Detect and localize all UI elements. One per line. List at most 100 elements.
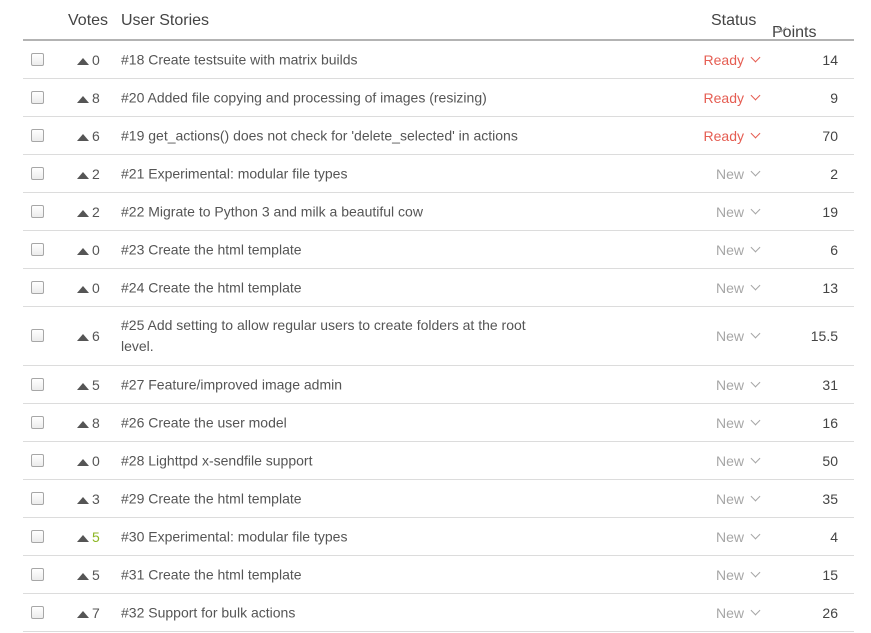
- story-title-link[interactable]: #18 Create testsuite with matrix builds: [121, 49, 561, 70]
- status-dropdown[interactable]: New: [716, 490, 761, 508]
- points-value[interactable]: 26: [822, 604, 838, 622]
- story-title-link[interactable]: #19 get_actions() does not check for 'de…: [121, 125, 561, 146]
- row-select-checkbox[interactable]: [31, 280, 44, 294]
- table-row: 0 #28 Lighttpd x-sendfile support New 50: [23, 442, 854, 480]
- row-select-checkbox[interactable]: [31, 52, 44, 66]
- status-dropdown[interactable]: New: [716, 241, 761, 259]
- points-value[interactable]: 19: [822, 203, 838, 221]
- row-select-checkbox[interactable]: [31, 242, 44, 256]
- row-select-checkbox[interactable]: [31, 204, 44, 218]
- row-select-checkbox[interactable]: [31, 166, 44, 180]
- status-dropdown[interactable]: New: [715, 528, 761, 546]
- votes-column-header[interactable]: Votes: [68, 12, 108, 30]
- row-select-checkbox[interactable]: [31, 377, 44, 391]
- points-value[interactable]: 14: [822, 51, 838, 69]
- status-dropdown[interactable]: New: [715, 414, 761, 432]
- upvote-button[interactable]: 8: [77, 414, 100, 432]
- points-value[interactable]: 4: [830, 528, 838, 546]
- points-value[interactable]: 2: [830, 165, 838, 183]
- upvote-button[interactable]: 7: [77, 604, 100, 622]
- vote-count: 2: [92, 165, 100, 182]
- story-title-link[interactable]: #23 Create the html template: [121, 239, 561, 260]
- status-dropdown[interactable]: New: [716, 566, 761, 584]
- table-row: 5 #27 Feature/improved image admin New 31: [23, 366, 854, 404]
- status-label: New: [715, 528, 744, 545]
- points-value[interactable]: 13: [822, 279, 838, 297]
- status-column-header[interactable]: Status: [711, 12, 756, 30]
- chevron-down-icon: [750, 328, 761, 339]
- user-stories-column-header[interactable]: User Stories: [121, 12, 209, 30]
- upvote-arrow-icon: [77, 458, 89, 466]
- row-select-checkbox[interactable]: [31, 128, 44, 142]
- points-value[interactable]: 6: [830, 241, 838, 259]
- vote-count: 5: [92, 528, 100, 545]
- vote-count: 0: [92, 241, 100, 258]
- story-title-link[interactable]: #30 Experimental: modular file types: [121, 526, 561, 547]
- upvote-arrow-icon: [77, 171, 89, 179]
- points-value[interactable]: 50: [822, 452, 838, 470]
- story-title-link[interactable]: #25 Add setting to allow regular users t…: [121, 315, 561, 357]
- points-value[interactable]: 35: [822, 490, 838, 508]
- row-select-checkbox[interactable]: [31, 453, 44, 467]
- row-select-checkbox[interactable]: [31, 529, 44, 543]
- status-dropdown[interactable]: New: [716, 279, 761, 297]
- chevron-down-icon: [750, 242, 761, 252]
- upvote-arrow-icon: [77, 534, 89, 542]
- status-dropdown[interactable]: Ready: [704, 51, 761, 69]
- points-value[interactable]: 16: [822, 414, 838, 432]
- story-title-link[interactable]: #27 Feature/improved image admin: [121, 374, 561, 395]
- story-title-link[interactable]: #32 Support for bulk actions: [121, 602, 561, 623]
- row-select-checkbox[interactable]: [31, 90, 44, 104]
- status-dropdown[interactable]: Ready: [704, 89, 761, 107]
- upvote-button[interactable]: 5: [77, 566, 100, 584]
- upvote-button[interactable]: 6: [77, 327, 100, 345]
- upvote-button[interactable]: 2: [77, 203, 100, 221]
- row-select-checkbox[interactable]: [31, 329, 44, 342]
- row-select-checkbox[interactable]: [31, 605, 44, 619]
- points-value[interactable]: 15.5: [811, 327, 838, 345]
- upvote-button[interactable]: 0: [77, 279, 100, 297]
- row-select-checkbox[interactable]: [31, 491, 44, 505]
- upvote-arrow-icon: [77, 382, 89, 390]
- upvote-button[interactable]: 0: [77, 51, 100, 69]
- upvote-button[interactable]: 0: [77, 452, 100, 470]
- row-select-checkbox[interactable]: [31, 567, 44, 581]
- points-value[interactable]: 15: [822, 566, 838, 584]
- upvote-button[interactable]: 8: [77, 89, 100, 107]
- upvote-button[interactable]: 5: [77, 528, 100, 546]
- status-dropdown[interactable]: Ready: [704, 127, 761, 145]
- status-dropdown[interactable]: New: [716, 165, 761, 183]
- story-title-link[interactable]: #24 Create the html template: [121, 277, 561, 298]
- status-label: New: [715, 414, 744, 431]
- upvote-button[interactable]: 6: [77, 127, 100, 145]
- upvote-button[interactable]: 5: [77, 376, 100, 394]
- upvote-arrow-icon: [77, 285, 89, 293]
- story-title-link[interactable]: #22 Migrate to Python 3 and milk a beaut…: [121, 201, 561, 222]
- row-select-checkbox[interactable]: [31, 415, 44, 429]
- story-title-link[interactable]: #26 Create the user model: [121, 412, 561, 433]
- upvote-arrow-icon: [77, 95, 89, 103]
- points-value[interactable]: 9: [830, 89, 838, 107]
- status-dropdown[interactable]: New: [716, 376, 761, 394]
- story-title-link[interactable]: #29 Create the html template: [121, 488, 561, 509]
- status-dropdown[interactable]: New: [716, 604, 761, 622]
- upvote-button[interactable]: 2: [77, 165, 100, 183]
- story-title-link[interactable]: #20 Added file copying and processing of…: [121, 87, 561, 108]
- table-row: 5 #30 Experimental: modular file types New…: [23, 518, 854, 556]
- story-title-link[interactable]: #21 Experimental: modular file types: [121, 163, 561, 184]
- upvote-button[interactable]: 0: [77, 241, 100, 259]
- status-dropdown[interactable]: New: [716, 327, 761, 345]
- upvote-button[interactable]: 3: [77, 490, 100, 508]
- status-label: New: [715, 452, 744, 469]
- story-title-link[interactable]: #28 Lighttpd x-sendfile support: [121, 450, 561, 471]
- table-row: 3 #29 Create the html template New 35: [23, 480, 854, 518]
- upvote-arrow-icon: [77, 133, 89, 141]
- points-value[interactable]: 31: [822, 376, 838, 394]
- chevron-down-icon: [750, 491, 761, 501]
- status-dropdown[interactable]: New: [715, 452, 761, 470]
- upvote-arrow-icon: [77, 420, 89, 428]
- story-title-link[interactable]: #31 Create the html template: [121, 564, 561, 585]
- points-value[interactable]: 70: [822, 127, 838, 145]
- vote-count: 0: [92, 452, 100, 469]
- status-dropdown[interactable]: New: [716, 203, 761, 221]
